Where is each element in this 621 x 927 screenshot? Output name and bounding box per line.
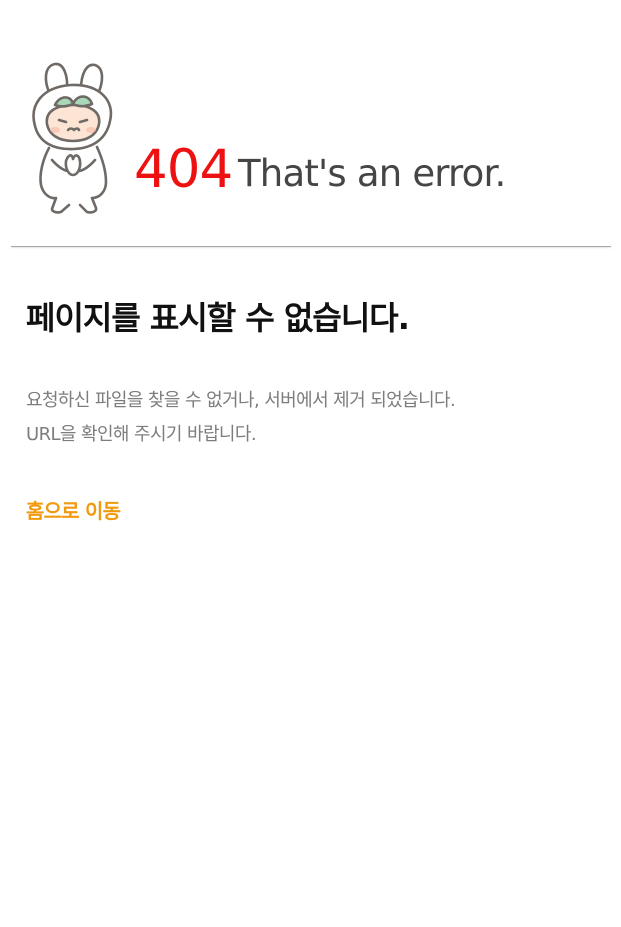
error-page: 404 That's an error. 페이지를 표시할 수 없습니다. 요청…: [0, 0, 621, 927]
page-title: 페이지를 표시할 수 없습니다.: [26, 299, 410, 337]
bunny-mascot-icon: [32, 62, 113, 214]
error-header: 404 That's an error.: [0, 0, 621, 247]
home-link[interactable]: 홈으로 이동: [26, 495, 121, 527]
header-divider: [11, 246, 611, 247]
description-line: 요청하신 파일을 찾을 수 없거나, 서버에서 제거 되었습니다.: [26, 390, 456, 411]
error-headline: That's an error.: [238, 152, 506, 195]
error-code: 404: [134, 139, 233, 200]
error-description: 요청하신 파일을 찾을 수 없거나, 서버에서 제거 되었습니다. URL을 확…: [26, 384, 456, 452]
description-line: URL을 확인해 주시기 바랍니다.: [26, 424, 257, 445]
